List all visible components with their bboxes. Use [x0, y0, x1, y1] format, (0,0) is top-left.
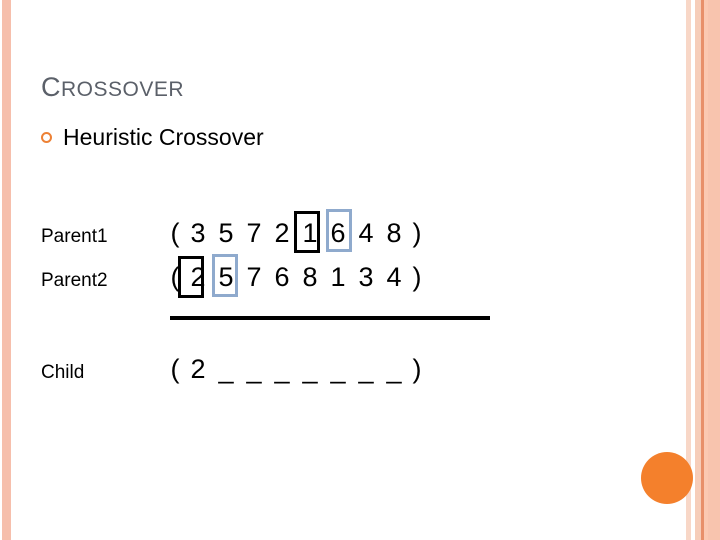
gene-cell-boxed-black: 2 — [274, 218, 290, 248]
close-paren: ) — [412, 354, 422, 384]
bullet-item: Heuristic Crossover — [41, 126, 264, 149]
table-row-parent2: Parent2 (2 5 7 6 8 1 3 4) — [41, 254, 426, 298]
slide-title-initial: C — [41, 72, 61, 102]
table-row-parent1: Parent1 (3 5 7 2 1 6 4 8) — [41, 209, 426, 253]
gene-cell: 3 — [190, 218, 206, 248]
left-border-stripe-2 — [2, 0, 11, 540]
row-label-parent2: Parent2 — [41, 270, 108, 291]
right-border-stripe-6 — [708, 0, 720, 540]
gene-cell: 8 — [386, 218, 402, 248]
close-paren: ) — [412, 218, 422, 248]
gene-cell: 7 — [246, 262, 262, 292]
gene-cell-boxed-black: 2 — [190, 262, 206, 292]
gene-cell-blank: _ — [246, 354, 262, 384]
close-paren: ) — [412, 262, 422, 292]
gene-cell-blank: _ — [330, 354, 346, 384]
gene-cell: 1 — [330, 262, 346, 292]
decorative-orange-circle — [641, 452, 693, 504]
gene-cell: 5 — [218, 218, 234, 248]
gene-cell-blank: _ — [274, 354, 290, 384]
row-label-child: Child — [41, 362, 85, 383]
gene-cell-blank: _ — [386, 354, 402, 384]
gene-cell-boxed-blue: 5 — [218, 262, 234, 292]
slide-title: CROSSOVER — [41, 74, 184, 101]
open-paren: ( — [170, 262, 180, 292]
slide-canvas: CROSSOVER Heuristic Crossover Parent1 (3… — [0, 0, 720, 540]
gene-cell: 6 — [330, 218, 346, 248]
horizontal-separator-rule — [170, 316, 490, 320]
slide-title-remainder: ROSSOVER — [61, 78, 185, 101]
gene-cell-blank: _ — [218, 354, 234, 384]
gene-cell: 6 — [274, 262, 290, 292]
gene-cell: 4 — [386, 262, 402, 292]
gene-cell: 7 — [246, 218, 262, 248]
gene-cell: 3 — [358, 262, 374, 292]
gene-cell: 8 — [302, 262, 318, 292]
open-paren: ( — [170, 354, 180, 384]
gene-cell: 2 — [190, 354, 206, 384]
bullet-item-label: Heuristic Crossover — [63, 124, 264, 150]
hollow-circle-bullet-icon — [41, 132, 52, 143]
left-border-stripe-3 — [11, 0, 15, 540]
gene-cell: 4 — [358, 218, 374, 248]
row-label-parent1: Parent1 — [41, 226, 108, 247]
gene-sequence-parent2: (2 5 7 6 8 1 3 4) — [166, 254, 426, 298]
gene-cell-blank: _ — [302, 354, 318, 384]
open-paren: ( — [170, 218, 180, 248]
gene-cell-blank: _ — [358, 354, 374, 384]
table-row-child: Child (2 _ _ _ _ _ _ _) — [41, 355, 426, 387]
gene-sequence-child: (2 _ _ _ _ _ _ _) — [166, 355, 426, 383]
gene-cell-boxed-blue: 1 — [302, 218, 318, 248]
gene-sequence-parent1: (3 5 7 2 1 6 4 8) — [166, 209, 426, 253]
